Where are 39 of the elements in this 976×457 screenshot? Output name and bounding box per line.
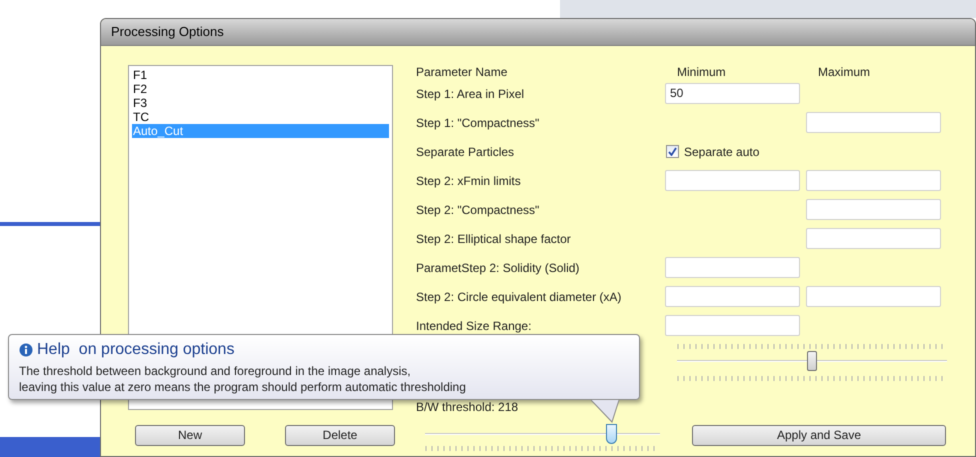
- list-item[interactable]: F2: [132, 82, 389, 96]
- column-header: Maximum: [818, 65, 870, 79]
- threshold-label: B/W threshold: 218: [416, 400, 518, 414]
- tooltip-title: Help on processing options: [37, 340, 234, 360]
- input-field[interactable]: [806, 286, 941, 307]
- parameter-label: Step 2: "Compactness": [416, 202, 540, 216]
- parameter-label: Step 2: Elliptical shape factor: [416, 232, 571, 246]
- list-item[interactable]: F3: [132, 96, 389, 110]
- list-item[interactable]: TC: [132, 110, 389, 124]
- input-field[interactable]: [665, 315, 800, 336]
- column-header: Minimum: [677, 65, 726, 79]
- parameter-label: Step 1: Area in Pixel: [416, 86, 524, 100]
- delete-button[interactable]: Delete: [285, 424, 395, 446]
- parameter-label: Intended Size Range:: [416, 318, 532, 332]
- list-item[interactable]: F1: [132, 68, 389, 82]
- input-field[interactable]: [665, 286, 800, 307]
- input-field[interactable]: [806, 228, 941, 249]
- input-field[interactable]: [665, 257, 800, 278]
- new-button[interactable]: New: [135, 424, 245, 446]
- slider-thumb[interactable]: [807, 351, 817, 371]
- tooltip-text: The threshold between background and foreground in the image analysis,: [19, 363, 412, 379]
- parameter-label: Separate Particles: [416, 144, 514, 158]
- slider-thumb[interactable]: [606, 424, 618, 444]
- input-field[interactable]: 50: [665, 83, 800, 104]
- parameter-label: Step 2: xFmin limits: [416, 174, 521, 188]
- input-field[interactable]: [806, 170, 941, 191]
- window-title: Processing Options: [111, 23, 224, 42]
- apply-save-button[interactable]: Apply and Save: [692, 424, 946, 446]
- column-header: Parameter Name: [416, 65, 508, 79]
- parameter-label: ParametStep 2: Solidity (Solid): [416, 260, 580, 274]
- parameter-label: Step 2: Circle equivalent diameter (xA): [416, 290, 622, 304]
- parameter-label: Step 1: "Compactness": [416, 116, 540, 130]
- input-field[interactable]: [665, 170, 800, 191]
- info-icon: [19, 343, 33, 357]
- input-field[interactable]: [806, 112, 941, 133]
- input-field[interactable]: [806, 199, 941, 220]
- tooltip-text: leaving this value at zero means the program should perform automatic thresholding: [19, 379, 467, 395]
- checkbox[interactable]: [666, 145, 679, 158]
- checkbox-label: Separate auto: [684, 144, 760, 160]
